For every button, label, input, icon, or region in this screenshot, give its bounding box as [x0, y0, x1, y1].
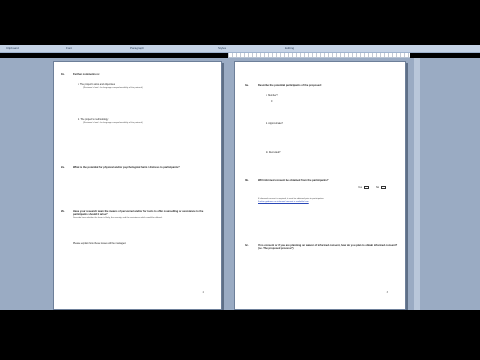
question-number-3c: 3c. — [245, 244, 249, 247]
item-aims: i. The project's aims and objectives — [78, 83, 116, 86]
ruler-ticks — [228, 53, 410, 57]
question-title-3c: If no consent or if you are planning on … — [258, 244, 398, 251]
ribbon-group-styles[interactable]: Styles — [218, 46, 226, 50]
item-approximate: ii. Approximate? — [266, 122, 284, 125]
manage-issues-note: Please explain how these issues will be … — [73, 242, 127, 245]
ribbon-group-editing[interactable]: Editing — [285, 46, 294, 50]
ribbon-group-clipboard[interactable]: Clipboard — [6, 46, 19, 50]
item-number: i. Number? — [266, 94, 278, 97]
question-title-3a: Describe the potential participants of t… — [258, 84, 322, 87]
question-number-3b: 3b. — [245, 179, 249, 182]
question-title-3b: Will informed consent be obtained from t… — [258, 179, 329, 182]
item-methodology: ii. The project's methodology — [78, 118, 109, 121]
document-page-3[interactable]: 3a. Describe the potential participants … — [234, 61, 406, 310]
letterbox-bottom — [0, 310, 480, 360]
question-number-2b: 2b. — [61, 210, 65, 213]
vertical-scrollbar[interactable] — [414, 58, 420, 310]
consent-yes-checkbox[interactable] — [364, 186, 369, 189]
question-title-1b: Further comments re: — [73, 73, 100, 76]
question-2b-note: Describe here whether the harm is likely… — [73, 217, 163, 219]
consent-yes-label: Yes — [358, 186, 362, 189]
letterbox-top — [0, 0, 480, 45]
ribbon-group-paragraph[interactable]: Paragraph — [130, 46, 144, 50]
document-page-2[interactable]: 1b. Further comments re: i. The project'… — [53, 61, 222, 310]
consent-no-label: No — [376, 186, 380, 189]
page-number: 3 — [386, 291, 388, 294]
question-title-2b: Have your research team the means of per… — [73, 210, 204, 217]
page-number: 2 — [202, 291, 204, 294]
consent-guidance-link[interactable]: Further guidance on informed consent is … — [258, 201, 400, 204]
question-number-2a: 2a. — [61, 166, 65, 169]
ribbon-bar: Clipboard Font Paragraph Styles Editing — [0, 45, 480, 53]
consent-no-checkbox[interactable] — [381, 186, 386, 189]
question-number-1b: 1b. — [61, 73, 65, 76]
item-methodology-note: (Reviewer's lead - for language comprehe… — [83, 122, 143, 124]
item-recruited: iii. Recruited? — [266, 151, 281, 154]
ribbon-group-font[interactable]: Font — [66, 46, 72, 50]
question-number-3a: 3a. — [245, 84, 249, 87]
question-title-2a: What is the potential for physical and/o… — [73, 166, 180, 169]
horizontal-ruler[interactable] — [228, 53, 410, 58]
item-number-value[interactable]: 0 — [271, 100, 272, 103]
item-aims-note: (Reviewer's lead - for language comprehe… — [83, 87, 143, 89]
